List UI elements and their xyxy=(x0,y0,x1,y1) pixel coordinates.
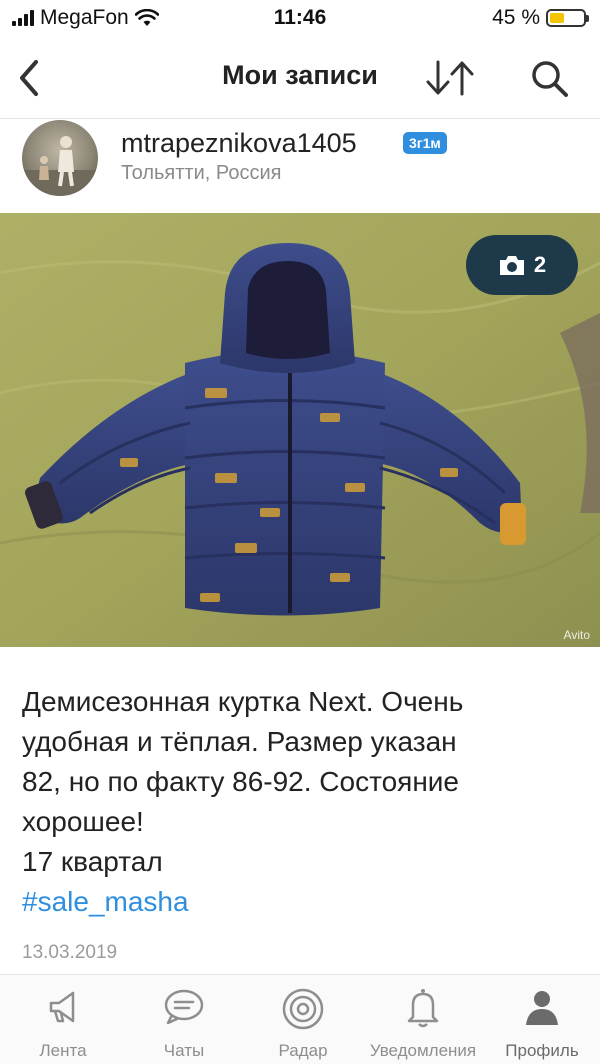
tab-label: Чаты xyxy=(163,1041,205,1060)
tab-bar: Лента Чаты Радар Уведомления Профиль xyxy=(0,974,600,1064)
avatar[interactable] xyxy=(22,120,98,196)
tab-profile[interactable]: Профиль xyxy=(482,975,600,1064)
photo-watermark: Avito xyxy=(563,628,590,642)
battery-percent: 45 % xyxy=(492,6,540,29)
tab-label: Лента xyxy=(39,1041,87,1060)
tab-notifications[interactable]: Уведомления xyxy=(363,975,483,1064)
page-title: Мои записи xyxy=(222,60,378,90)
nav-divider xyxy=(0,118,600,119)
nav-bar: Мои записи xyxy=(0,42,600,114)
camera-icon xyxy=(499,256,524,275)
chat-bubble-icon xyxy=(164,989,204,1025)
post-text-line: хорошее! xyxy=(22,806,144,837)
author-username[interactable]: mtrapeznikova1405 xyxy=(121,128,357,159)
sort-icon[interactable] xyxy=(424,58,476,98)
tab-label: Уведомления xyxy=(369,1041,477,1060)
post-date: 13.03.2019 xyxy=(22,942,118,963)
post-text: Демисезонная куртка Next. Очень удобная … xyxy=(22,682,578,922)
battery-icon xyxy=(546,9,589,27)
photo-count: 2 xyxy=(533,252,547,277)
person-icon xyxy=(526,991,558,1025)
post-text-line: 82, но по факту 86-92. Состояние xyxy=(22,766,460,797)
post-text-line: 17 квартал xyxy=(22,846,163,877)
radar-icon xyxy=(282,988,324,1030)
hashtag-link[interactable]: #sale_masha xyxy=(22,882,578,922)
battery-area: 45 % xyxy=(492,6,589,30)
membership-badge: 3г1м xyxy=(403,132,447,154)
tab-label: Профиль xyxy=(505,1041,579,1060)
tab-label: Радар xyxy=(278,1041,328,1060)
tab-chats[interactable]: Чаты xyxy=(124,975,244,1064)
post-text-line: Демисезонная куртка Next. Очень xyxy=(22,686,464,717)
search-icon[interactable] xyxy=(528,58,572,98)
bell-icon xyxy=(407,989,439,1028)
tab-radar[interactable]: Радар xyxy=(243,975,363,1064)
tab-feed[interactable]: Лента xyxy=(3,975,123,1064)
status-bar: MegaFon 11:46 45 % xyxy=(0,0,600,40)
post-text-line: удобная и тёплая. Размер указан xyxy=(22,726,457,757)
avatar-image xyxy=(22,136,98,196)
author-location: Тольятти, Россия xyxy=(121,162,282,184)
photo-count-badge[interactable]: 2 xyxy=(466,235,578,295)
megaphone-icon xyxy=(49,991,75,1023)
